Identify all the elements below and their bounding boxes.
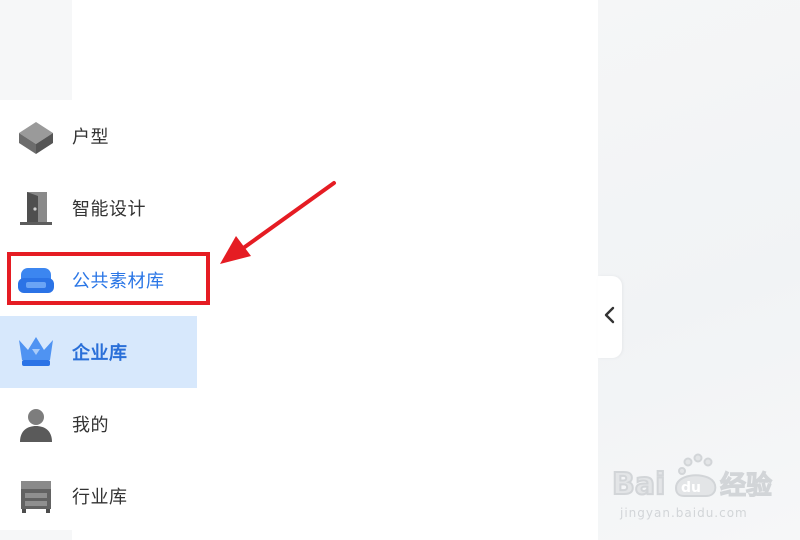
sidebar-item-label: 智能设计 — [72, 199, 146, 220]
sidebar-item-label: 企业库 — [72, 343, 128, 364]
chevron-left-icon — [603, 306, 617, 328]
svg-text:经验: 经验 — [720, 471, 772, 501]
sidebar-item-label: 公共素材库 — [72, 271, 165, 292]
svg-text:du: du — [681, 480, 701, 496]
sofa-icon — [16, 258, 56, 302]
sidebar-item-enterprise-library[interactable]: 企业库 — [0, 316, 197, 388]
collapse-sidebar-button[interactable] — [598, 276, 622, 358]
svg-text:Bai: Bai — [612, 467, 665, 502]
cabinet-icon — [16, 474, 56, 518]
sidebar-item-public-library[interactable]: 公共素材库 — [0, 244, 197, 316]
app-window: 户型 智能设计 公共素材库 企业库 我的 行业库 Bai 经验 du jingy… — [0, 0, 800, 540]
sidebar-rail-top — [0, 0, 72, 100]
sidebar-item-label: 户型 — [72, 127, 109, 148]
sidebar-item-industry-library[interactable]: 行业库 — [0, 460, 197, 532]
sidebar-item-smart-design[interactable]: 智能设计 — [0, 172, 197, 244]
sidebar-item-floorplan[interactable]: 户型 — [0, 100, 197, 172]
user-icon — [16, 402, 56, 446]
crown-icon — [16, 330, 56, 374]
baidu-jingyan-watermark: Bai 经验 du jingyan.baidu.com — [610, 448, 790, 528]
door-icon — [16, 186, 56, 230]
cube-icon — [16, 114, 56, 158]
sidebar-item-mine[interactable]: 我的 — [0, 388, 197, 460]
watermark-url: jingyan.baidu.com — [620, 506, 748, 520]
sidebar-item-label: 行业库 — [72, 487, 128, 508]
sidebar-item-label: 我的 — [72, 415, 109, 436]
watermark-logo: Bai 经验 du — [611, 453, 773, 503]
